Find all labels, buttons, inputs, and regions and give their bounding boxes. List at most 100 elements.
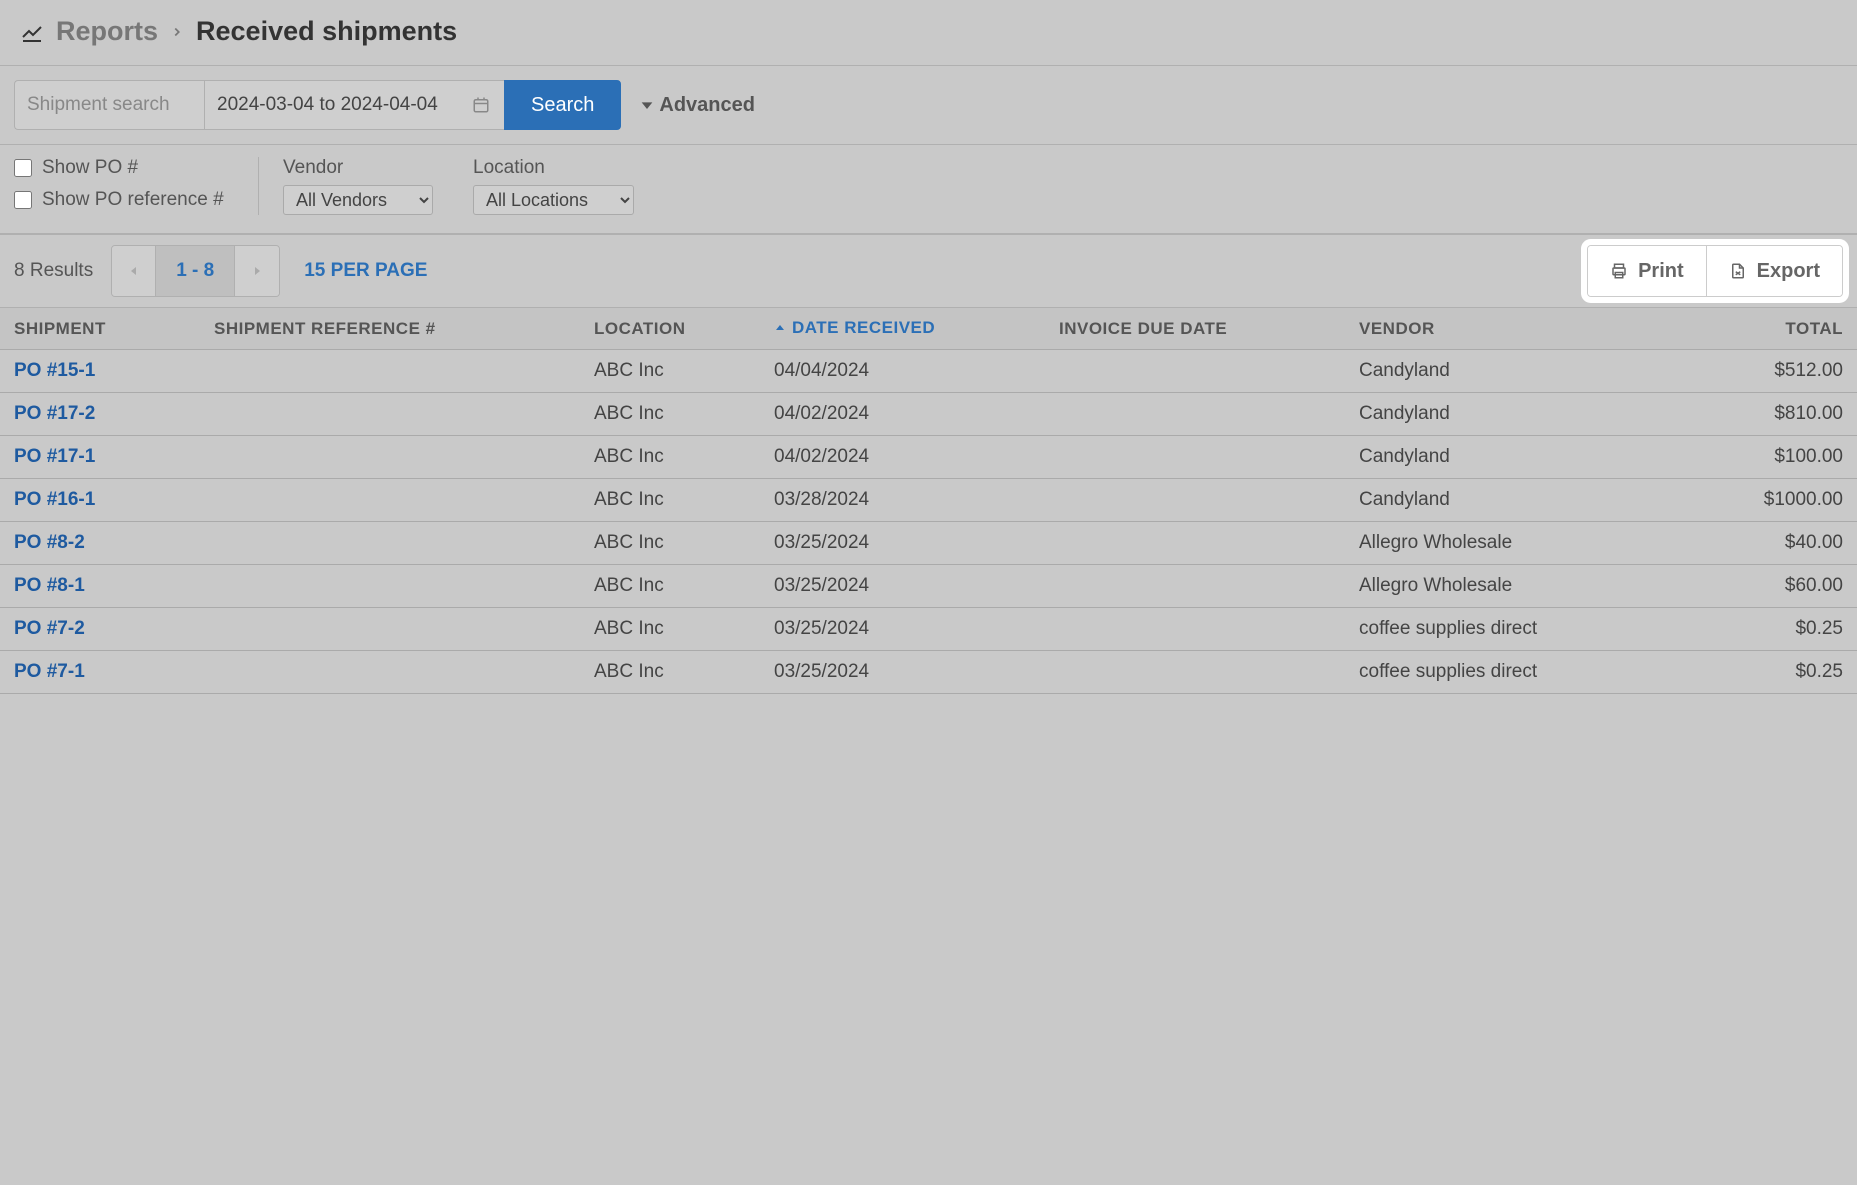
pager-prev-button[interactable]	[112, 246, 156, 296]
shipment-search-input[interactable]	[14, 80, 204, 130]
advanced-label: Advanced	[659, 94, 755, 117]
table-row: PO #8-1ABC Inc03/25/2024Allegro Wholesal…	[0, 565, 1857, 608]
cell-date-received: 03/25/2024	[760, 522, 1045, 565]
col-header-shipment-ref[interactable]: SHIPMENT REFERENCE #	[200, 308, 580, 350]
vendor-select[interactable]: All Vendors	[283, 185, 433, 215]
show-po-ref-checkbox[interactable]	[14, 191, 32, 209]
cell-invoice-due	[1045, 393, 1345, 436]
cell-shipment-ref	[200, 522, 580, 565]
show-po-ref-checkbox-row[interactable]: Show PO reference #	[14, 189, 228, 211]
search-bar: Search Advanced	[0, 66, 1857, 145]
cell-total: $810.00	[1675, 393, 1857, 436]
col-header-shipment[interactable]: SHIPMENT	[0, 308, 200, 350]
shipment-link[interactable]: PO #7-2	[14, 618, 85, 639]
cell-vendor: coffee supplies direct	[1345, 651, 1675, 694]
cell-location: ABC Inc	[580, 522, 760, 565]
search-button[interactable]: Search	[504, 80, 621, 130]
col-header-total[interactable]: TOTAL	[1675, 308, 1857, 350]
show-po-checkbox[interactable]	[14, 159, 32, 177]
shipment-link[interactable]: PO #7-1	[14, 661, 85, 682]
cell-total: $40.00	[1675, 522, 1857, 565]
breadcrumb-root[interactable]: Reports	[56, 16, 158, 47]
filter-panel: Show PO # Show PO reference # Vendor All…	[0, 145, 1857, 235]
print-button[interactable]: Print	[1588, 246, 1706, 296]
breadcrumb: Reports Received shipments	[0, 0, 1857, 66]
cell-invoice-due	[1045, 350, 1345, 393]
show-po-label: Show PO #	[42, 157, 138, 179]
shipments-table: SHIPMENT SHIPMENT REFERENCE # LOCATION D…	[0, 308, 1857, 694]
table-row: PO #17-1ABC Inc04/02/2024Candyland$100.0…	[0, 436, 1857, 479]
cell-shipment: PO #7-1	[0, 651, 200, 694]
export-button[interactable]: Export	[1706, 246, 1842, 296]
cell-location: ABC Inc	[580, 608, 760, 651]
col-header-location[interactable]: LOCATION	[580, 308, 760, 350]
shipment-link[interactable]: PO #15-1	[14, 360, 95, 381]
show-po-checkbox-row[interactable]: Show PO #	[14, 157, 228, 179]
shipment-link[interactable]: PO #8-2	[14, 532, 85, 553]
shipment-link[interactable]: PO #8-1	[14, 575, 85, 596]
cell-shipment-ref	[200, 565, 580, 608]
shipment-link[interactable]: PO #17-1	[14, 446, 95, 467]
cell-location: ABC Inc	[580, 651, 760, 694]
pager: 1 - 8	[111, 245, 280, 297]
date-range-wrapper	[204, 80, 504, 130]
cell-total: $100.00	[1675, 436, 1857, 479]
cell-date-received: 03/25/2024	[760, 565, 1045, 608]
cell-shipment: PO #8-1	[0, 565, 200, 608]
cell-shipment: PO #16-1	[0, 479, 200, 522]
sort-asc-icon	[774, 322, 786, 334]
cell-invoice-due	[1045, 565, 1345, 608]
print-label: Print	[1638, 260, 1684, 283]
cell-invoice-due	[1045, 608, 1345, 651]
pager-next-button[interactable]	[235, 246, 279, 296]
cell-shipment: PO #7-2	[0, 608, 200, 651]
column-toggles: Show PO # Show PO reference #	[14, 157, 259, 215]
cell-vendor: Allegro Wholesale	[1345, 522, 1675, 565]
cell-total: $512.00	[1675, 350, 1857, 393]
location-select[interactable]: All Locations	[473, 185, 634, 215]
chevron-down-icon	[639, 97, 655, 113]
pager-range[interactable]: 1 - 8	[156, 246, 235, 296]
shipment-link[interactable]: PO #17-2	[14, 403, 95, 424]
col-header-invoice-due[interactable]: INVOICE DUE DATE	[1045, 308, 1345, 350]
cell-shipment: PO #17-1	[0, 436, 200, 479]
cell-date-received: 04/04/2024	[760, 350, 1045, 393]
cell-date-received: 03/25/2024	[760, 651, 1045, 694]
cell-invoice-due	[1045, 651, 1345, 694]
date-range-input[interactable]	[204, 80, 504, 130]
col-header-vendor[interactable]: VENDOR	[1345, 308, 1675, 350]
table-header-row: SHIPMENT SHIPMENT REFERENCE # LOCATION D…	[0, 308, 1857, 350]
per-page-select[interactable]: 15 PER PAGE	[304, 260, 427, 282]
cell-date-received: 03/25/2024	[760, 608, 1045, 651]
table-row: PO #15-1ABC Inc04/04/2024Candyland$512.0…	[0, 350, 1857, 393]
cell-date-received: 04/02/2024	[760, 436, 1045, 479]
chevron-right-icon	[170, 25, 184, 39]
cell-shipment-ref	[200, 608, 580, 651]
shipment-link[interactable]: PO #16-1	[14, 489, 95, 510]
cell-total: $60.00	[1675, 565, 1857, 608]
cell-location: ABC Inc	[580, 393, 760, 436]
cell-shipment-ref	[200, 436, 580, 479]
advanced-toggle[interactable]: Advanced	[639, 94, 755, 117]
cell-shipment-ref	[200, 350, 580, 393]
cell-shipment: PO #17-2	[0, 393, 200, 436]
results-bar: 8 Results 1 - 8 15 PER PAGE Print Export	[0, 235, 1857, 308]
cell-total: $0.25	[1675, 608, 1857, 651]
table-row: PO #17-2ABC Inc04/02/2024Candyland$810.0…	[0, 393, 1857, 436]
location-filter-label: Location	[473, 157, 634, 179]
print-icon	[1610, 262, 1628, 280]
table-row: PO #7-2ABC Inc03/25/2024coffee supplies …	[0, 608, 1857, 651]
vendor-filter: Vendor All Vendors	[283, 157, 433, 215]
cell-invoice-due	[1045, 479, 1345, 522]
cell-vendor: Candyland	[1345, 350, 1675, 393]
location-filter: Location All Locations	[473, 157, 634, 215]
cell-location: ABC Inc	[580, 479, 760, 522]
cell-location: ABC Inc	[580, 565, 760, 608]
file-export-icon	[1729, 262, 1747, 280]
col-header-date-received[interactable]: DATE RECEIVED	[760, 308, 1045, 350]
cell-invoice-due	[1045, 436, 1345, 479]
cell-date-received: 03/28/2024	[760, 479, 1045, 522]
cell-invoice-due	[1045, 522, 1345, 565]
vendor-filter-label: Vendor	[283, 157, 433, 179]
table-row: PO #16-1ABC Inc03/28/2024Candyland$1000.…	[0, 479, 1857, 522]
